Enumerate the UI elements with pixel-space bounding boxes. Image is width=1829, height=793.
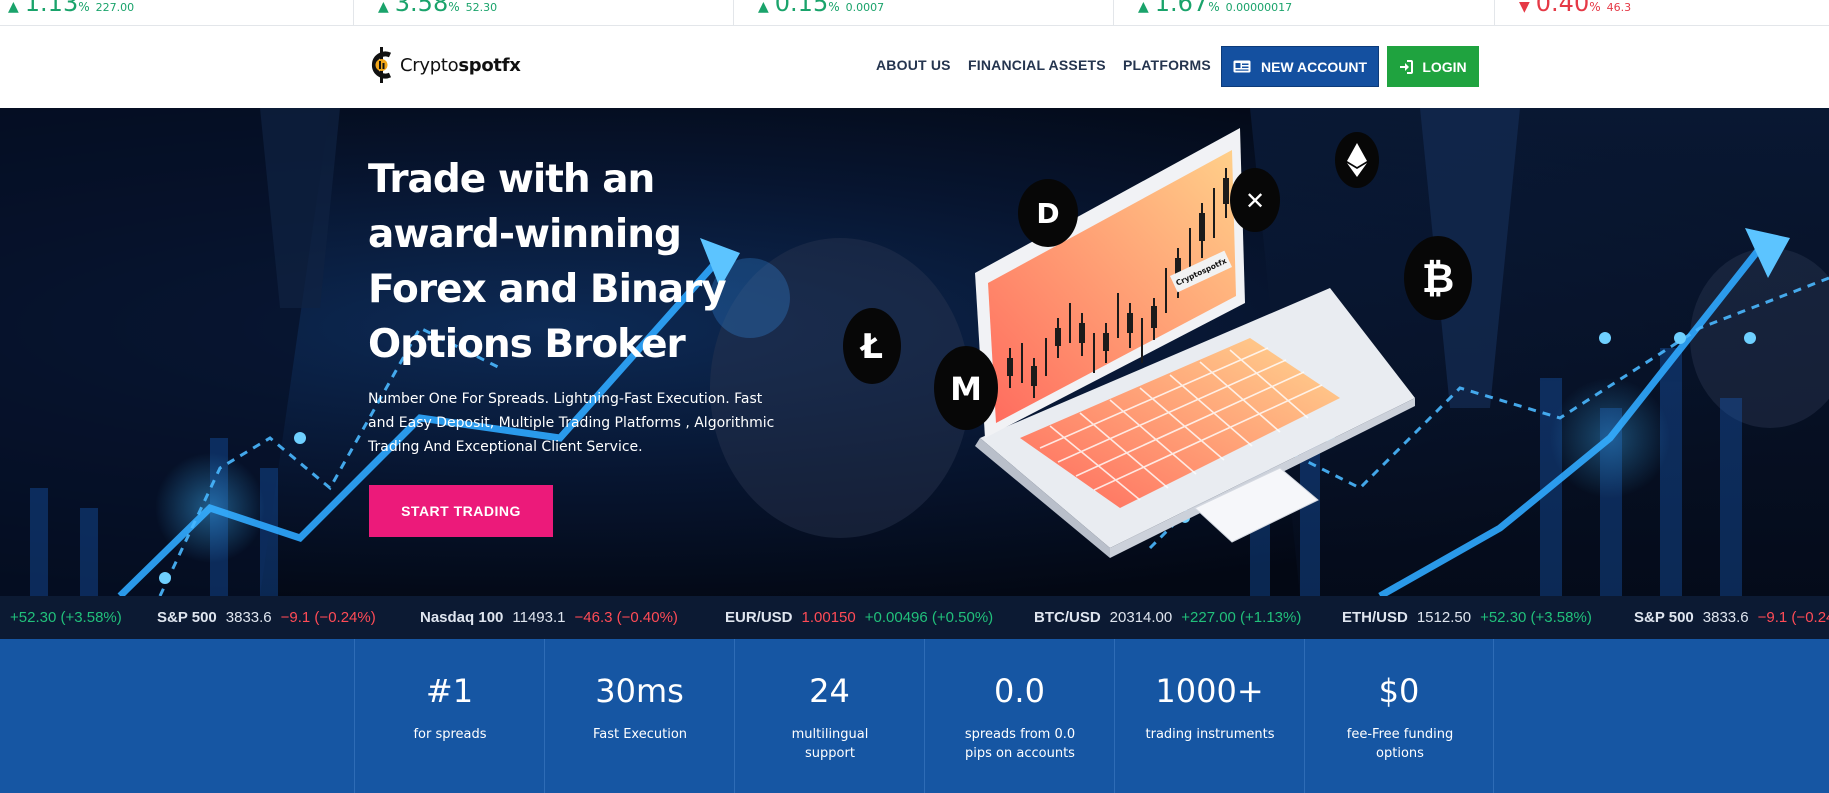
- login-label: LOGIN: [1422, 58, 1467, 75]
- stat-label: for spreads: [413, 727, 487, 742]
- stat-label: Fast Execution: [592, 727, 688, 742]
- top-ticker-value: 0.00000017: [1225, 1, 1293, 14]
- stat-instruments: 1000+ trading instruments: [1114, 639, 1304, 793]
- stat-spreads: #1 for spreads: [354, 639, 544, 793]
- stat-label: spreads from 0.0 pips on accounts: [964, 727, 1076, 761]
- top-ticker-item: ▲ 1.13% 227.00: [8, 0, 135, 17]
- divider: [733, 0, 734, 25]
- arrow-up-icon: ▲: [1138, 0, 1149, 15]
- new-account-button[interactable]: NEW ACCOUNT: [1221, 46, 1379, 87]
- svg-text:Ł: Ł: [859, 327, 883, 367]
- site-header: Cryptospotfx ABOUT US FINANCIAL ASSETS P…: [0, 26, 1829, 108]
- top-ticker-percent: 1.13: [24, 0, 79, 17]
- hero-subtitle: Number One For Spreads. Lightning-Fast E…: [368, 391, 775, 455]
- ticker-symbol: Nasdaq 100: [420, 609, 504, 626]
- ticker-change: +52.30 (+3.58%): [10, 609, 122, 626]
- ticker-item[interactable]: S&P 500 3833.6 −9.1 (−0.24%): [1634, 596, 1829, 639]
- stat-funding: $0 fee-Free funding options: [1304, 639, 1494, 793]
- nav-financial-assets[interactable]: FINANCIAL ASSETS: [968, 57, 1106, 73]
- stat-value: $0: [1378, 672, 1420, 710]
- stats-section: #1 for spreads 30ms Fast Execution 24 mu…: [0, 639, 1829, 793]
- stat-pips: 0.0 spreads from 0.0 pips on accounts: [924, 639, 1114, 793]
- ticker-change: +227.00 (+1.13%): [1181, 609, 1302, 626]
- ticker-symbol: BTC/USD: [1034, 609, 1101, 626]
- top-ticker-value: 52.30: [465, 1, 498, 14]
- svg-text:M: M: [950, 370, 982, 408]
- top-ticker-item: ▲ 1.67% 0.00000017: [1138, 0, 1293, 17]
- stat-value: 0.0: [994, 672, 1045, 710]
- ticker-item[interactable]: S&P 500 3833.6 −9.1 (−0.24%): [157, 596, 376, 639]
- ticker-change: −46.3 (−0.40%): [574, 609, 678, 626]
- top-ticker-percent: 0.15: [774, 0, 829, 17]
- top-market-ticker: ▲ 1.13% 227.00 ▲ 3.58% 52.30 ▲ 0.15% 0.0…: [0, 0, 1829, 26]
- site-logo[interactable]: Cryptospotfx: [370, 46, 521, 84]
- stat-execution: 30ms Fast Execution: [544, 639, 734, 793]
- start-trading-button[interactable]: START TRADING: [369, 485, 553, 537]
- ticker-symbol: ETH/USD: [1342, 609, 1408, 626]
- stat-value: 1000+: [1155, 672, 1264, 710]
- login-button[interactable]: LOGIN: [1387, 46, 1479, 87]
- arrow-up-icon: ▲: [758, 0, 769, 15]
- stat-value: 30ms: [595, 672, 684, 710]
- top-ticker-item: ▲ 0.15% 0.0007: [758, 0, 885, 17]
- nav-platforms[interactable]: PLATFORMS: [1123, 57, 1211, 73]
- top-ticker-value: 46.3: [1606, 1, 1632, 14]
- hero-title: Trade with an award-winning Forex and Bi…: [368, 157, 727, 367]
- ticker-change: −9.1 (−0.24%): [280, 609, 376, 626]
- ticker-item[interactable]: +52.30 (+3.58%): [10, 596, 122, 639]
- ticker-item[interactable]: BTC/USD 20314.00 +227.00 (+1.13%): [1034, 596, 1301, 639]
- logo-text: Cryptospotfx: [400, 54, 521, 76]
- ticker-change: +0.00496 (+0.50%): [864, 609, 994, 626]
- stat-label: multilingual support: [791, 727, 869, 761]
- nav-about-us[interactable]: ABOUT US: [876, 57, 951, 73]
- top-ticker-item: ▲ 3.58% 52.30: [378, 0, 498, 17]
- divider: [1494, 0, 1495, 25]
- stat-value: 24: [809, 672, 850, 710]
- arrow-up-icon: ▲: [8, 0, 19, 15]
- hero-background-image: Cryptospotfx D Ł M ✕ ₿: [0, 108, 1829, 596]
- ticker-symbol: S&P 500: [157, 609, 217, 626]
- divider: [1113, 0, 1114, 25]
- ticker-symbol: S&P 500: [1634, 609, 1694, 626]
- ticker-price: 11493.1: [512, 609, 566, 626]
- price-ticker: +52.30 (+3.58%) S&P 500 3833.6 −9.1 (−0.…: [0, 596, 1829, 639]
- top-ticker-percent: 1.67: [1154, 0, 1209, 17]
- top-ticker-item: ▼ 0.40% 46.3: [1519, 0, 1632, 17]
- top-ticker-value: 227.00: [95, 1, 135, 14]
- hero-banner: Cryptospotfx D Ł M ✕ ₿ Trade with an awa…: [0, 108, 1829, 596]
- stat-label: fee-Free funding options: [1346, 727, 1454, 761]
- ticker-item[interactable]: EUR/USD 1.00150 +0.00496 (+0.50%): [725, 596, 993, 639]
- ticker-price: 1512.50: [1416, 609, 1472, 626]
- svg-text:₿: ₿: [1422, 256, 1455, 302]
- ticker-price: 3833.6: [1702, 609, 1749, 626]
- ticker-change: −9.1 (−0.24%): [1757, 609, 1829, 626]
- svg-text:✕: ✕: [1245, 187, 1265, 215]
- ticker-symbol: EUR/USD: [725, 609, 793, 626]
- sign-in-icon: [1400, 59, 1414, 74]
- stat-support: 24 multilingual support: [734, 639, 924, 793]
- arrow-down-icon: ▼: [1519, 0, 1530, 15]
- ticker-item[interactable]: ETH/USD 1512.50 +52.30 (+3.58%): [1342, 596, 1592, 639]
- top-ticker-percent: 0.40: [1535, 0, 1590, 17]
- top-ticker-value: 0.0007: [845, 1, 885, 14]
- top-ticker-percent: 3.58: [394, 0, 449, 17]
- stat-label: trading instruments: [1145, 727, 1275, 742]
- ticker-price: 1.00150: [801, 609, 856, 626]
- stat-value: #1: [425, 672, 474, 710]
- new-account-label: NEW ACCOUNT: [1260, 58, 1368, 75]
- id-card-icon: [1233, 60, 1251, 73]
- ticker-change: +52.30 (+3.58%): [1480, 609, 1592, 626]
- ticker-price: 20314.00: [1109, 609, 1173, 626]
- svg-text:D: D: [1036, 197, 1059, 230]
- ticker-price: 3833.6: [225, 609, 272, 626]
- logo-coin-icon: [371, 47, 392, 83]
- ticker-item[interactable]: Nasdaq 100 11493.1 −46.3 (−0.40%): [420, 596, 678, 639]
- arrow-up-icon: ▲: [378, 0, 389, 15]
- divider: [353, 0, 354, 25]
